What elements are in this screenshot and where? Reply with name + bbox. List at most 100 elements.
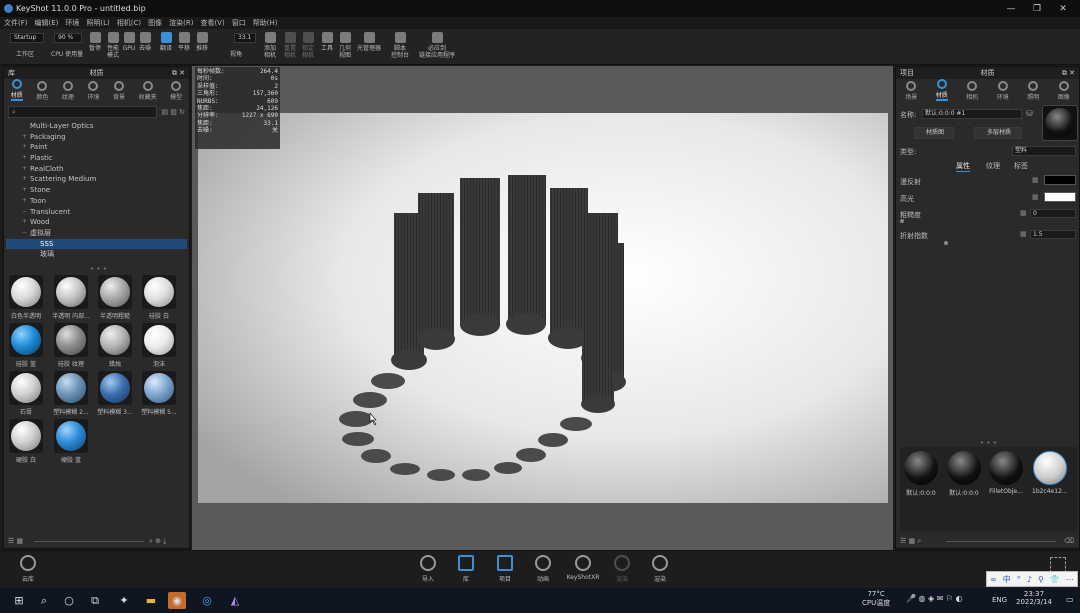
scene-material-item[interactable]: 1b2c4e12... <box>1032 451 1068 495</box>
ime-more-icon[interactable]: ⋯ <box>1066 575 1074 584</box>
material-graph-button[interactable]: 材质图 <box>914 127 954 139</box>
tree-item-translucent[interactable]: − Translucent <box>6 207 187 218</box>
file-explorer-icon[interactable]: ▬ <box>142 592 160 609</box>
taskbar-search-icon[interactable]: ⌕ <box>35 592 53 609</box>
material-thumb[interactable]: 半透明粗糙 <box>97 275 133 320</box>
expand-icon[interactable]: + <box>22 217 27 227</box>
expand-icon[interactable]: + <box>22 153 27 163</box>
notifications-icon[interactable]: ▭ <box>1066 595 1074 604</box>
light-manager-button[interactable]: 光管理器 <box>357 32 381 52</box>
tab-scene[interactable]: 场景 <box>905 81 917 101</box>
app-icon[interactable]: ✦ <box>115 592 133 609</box>
zoom-value-field[interactable]: 33.1 <box>234 33 256 43</box>
cortana-icon[interactable]: ○ <box>60 592 78 609</box>
cloud-library-button[interactable]: 云库 <box>10 555 46 583</box>
menu-render[interactable]: 渲染(R) <box>169 18 193 28</box>
tab-image[interactable]: 图像 <box>1058 81 1070 101</box>
tab-models[interactable]: 模型 <box>170 81 182 101</box>
thumb-size-slider[interactable] <box>946 541 1056 542</box>
dolly-button[interactable]: 推移 <box>191 32 213 52</box>
material-name-field[interactable]: 默认:0:0:0 #1 <box>922 109 1022 119</box>
render-scene[interactable] <box>198 113 888 503</box>
texture-slot-icon[interactable]: ▦ <box>1032 193 1039 201</box>
tree-item-realcloth[interactable]: + RealCloth <box>6 164 187 175</box>
denoise-button[interactable]: 去噪 <box>134 32 156 52</box>
ime-voice-icon[interactable]: ♪ <box>1027 575 1032 584</box>
tree-item-sss[interactable]: SSS <box>6 238 187 250</box>
render-disabled-button[interactable]: 渲染 <box>604 555 640 583</box>
scene-material-item[interactable]: 默认:0:0:0 <box>904 451 938 497</box>
clock[interactable]: 23:37 2022/3/14 <box>1016 590 1052 606</box>
tree-item-paint[interactable]: + Paint <box>6 142 187 153</box>
material-thumb[interactable]: 白色半透明 <box>8 275 44 320</box>
ime-tools-icon[interactable]: ⚲ <box>1038 575 1044 584</box>
media-app-icon[interactable]: ◭ <box>226 592 244 609</box>
project-button[interactable]: 项目 <box>487 555 523 583</box>
texture-slot-icon[interactable]: ▦ <box>1020 230 1027 238</box>
material-thumb[interactable]: 硅胶 白 <box>141 275 177 320</box>
save-material-icon[interactable]: ⛁ <box>1026 109 1033 118</box>
specular-color-swatch[interactable] <box>1044 192 1076 202</box>
view-mode-icon[interactable]: ☰ ▦ <box>8 537 23 545</box>
tab-favorites[interactable]: 收藏夹 <box>139 81 157 101</box>
add-camera-button[interactable]: 添加 相机 <box>259 32 281 59</box>
tree-item-wood[interactable]: + Wood <box>6 217 187 228</box>
search-options-icon[interactable]: ▤ ▥ ↻ <box>161 108 185 116</box>
material-thumb[interactable]: 硅胶 蓝 <box>8 323 44 368</box>
material-type-select[interactable]: 塑料 <box>1012 146 1076 156</box>
tab-lighting[interactable]: 照明 <box>1027 81 1039 101</box>
tree-item-toon[interactable]: + Toon <box>6 196 187 207</box>
menu-environment[interactable]: 环境 <box>65 18 79 28</box>
menu-lighting[interactable]: 照明(L) <box>86 18 109 28</box>
windows-start-icon[interactable]: ⊞ <box>10 592 28 609</box>
library-button[interactable]: 库 <box>448 555 484 583</box>
material-thumb[interactable]: 石膏 <box>8 371 44 416</box>
subtab-textures[interactable]: 纹理 <box>986 161 1000 171</box>
render-button[interactable]: 渲染 <box>642 555 678 583</box>
tab-camera[interactable]: 相机 <box>966 81 978 101</box>
ime-chinese-toggle[interactable]: 中 <box>1003 574 1011 585</box>
maximize-button[interactable]: ❐ <box>1024 0 1050 17</box>
keyshotxr-button[interactable]: KeyShotXR <box>565 555 601 581</box>
subtab-properties[interactable]: 属性 <box>956 161 970 172</box>
roughness-slider[interactable] <box>900 219 904 223</box>
script-console-button[interactable]: 脚本 控制台 <box>389 32 411 59</box>
menu-window[interactable]: 窗口 <box>232 18 246 28</box>
material-thumb[interactable]: 蜡烛 <box>97 323 133 368</box>
keyshot-taskbar-icon[interactable]: ◎ <box>198 592 216 609</box>
ime-skin-icon[interactable]: 👕 <box>1050 575 1060 584</box>
tree-item-plastic[interactable]: + Plastic <box>6 153 187 164</box>
link-app-button[interactable]: 必应到 链接应用程序 <box>419 32 455 59</box>
material-thumb[interactable]: 半透明 内部... <box>52 275 90 320</box>
menu-camera[interactable]: 相机(C) <box>117 18 141 28</box>
material-thumb[interactable]: 塑料模糊 3... <box>97 371 133 416</box>
tree-item-packaging[interactable]: + Packaging <box>6 132 187 143</box>
delete-icon[interactable]: ⌫ <box>1064 537 1074 545</box>
geometry-view-button[interactable]: 几何 视图 <box>334 32 356 59</box>
expand-icon[interactable]: − <box>22 228 27 238</box>
refraction-index-field[interactable]: 1.5 <box>1030 230 1076 239</box>
texture-slot-icon[interactable]: ▦ <box>1020 209 1027 217</box>
animation-button[interactable]: 动画 <box>525 555 561 583</box>
close-button[interactable]: ✕ <box>1050 0 1076 17</box>
cpu-usage-select[interactable]: 90 % <box>54 33 82 43</box>
library-search-input[interactable]: ⌕ <box>8 106 158 118</box>
splitter-handle[interactable]: • • • <box>90 265 107 273</box>
tree-item-multi-layer-optics[interactable]: Multi-Layer Optics <box>6 121 187 132</box>
cpu-temp-widget[interactable]: 77°C CPU温度 <box>862 590 890 608</box>
tree-item-virtual[interactable]: − 虚拟层 <box>6 228 187 239</box>
diffuse-color-swatch[interactable] <box>1044 175 1076 185</box>
expand-icon[interactable]: + <box>22 142 27 152</box>
task-view-icon[interactable]: ⧉ <box>86 592 104 609</box>
expand-icon[interactable]: + <box>22 132 27 142</box>
tree-item-stone[interactable]: + Stone <box>6 185 187 196</box>
tree-item-glass[interactable]: 玻璃 <box>6 249 187 260</box>
menu-image[interactable]: 图像 <box>148 18 162 28</box>
expand-icon[interactable]: + <box>22 196 27 206</box>
material-thumb[interactable]: 硬胶 白 <box>8 419 44 464</box>
material-thumb[interactable]: 泡沫 <box>141 323 177 368</box>
tab-material[interactable]: 材质 <box>935 79 948 101</box>
view-mode-icon[interactable]: ☰ ▦ ⌕ <box>900 537 921 546</box>
tree-item-scattering-medium[interactable]: + Scattering Medium <box>6 174 187 185</box>
texture-slot-icon[interactable]: ▦ <box>1032 176 1039 184</box>
